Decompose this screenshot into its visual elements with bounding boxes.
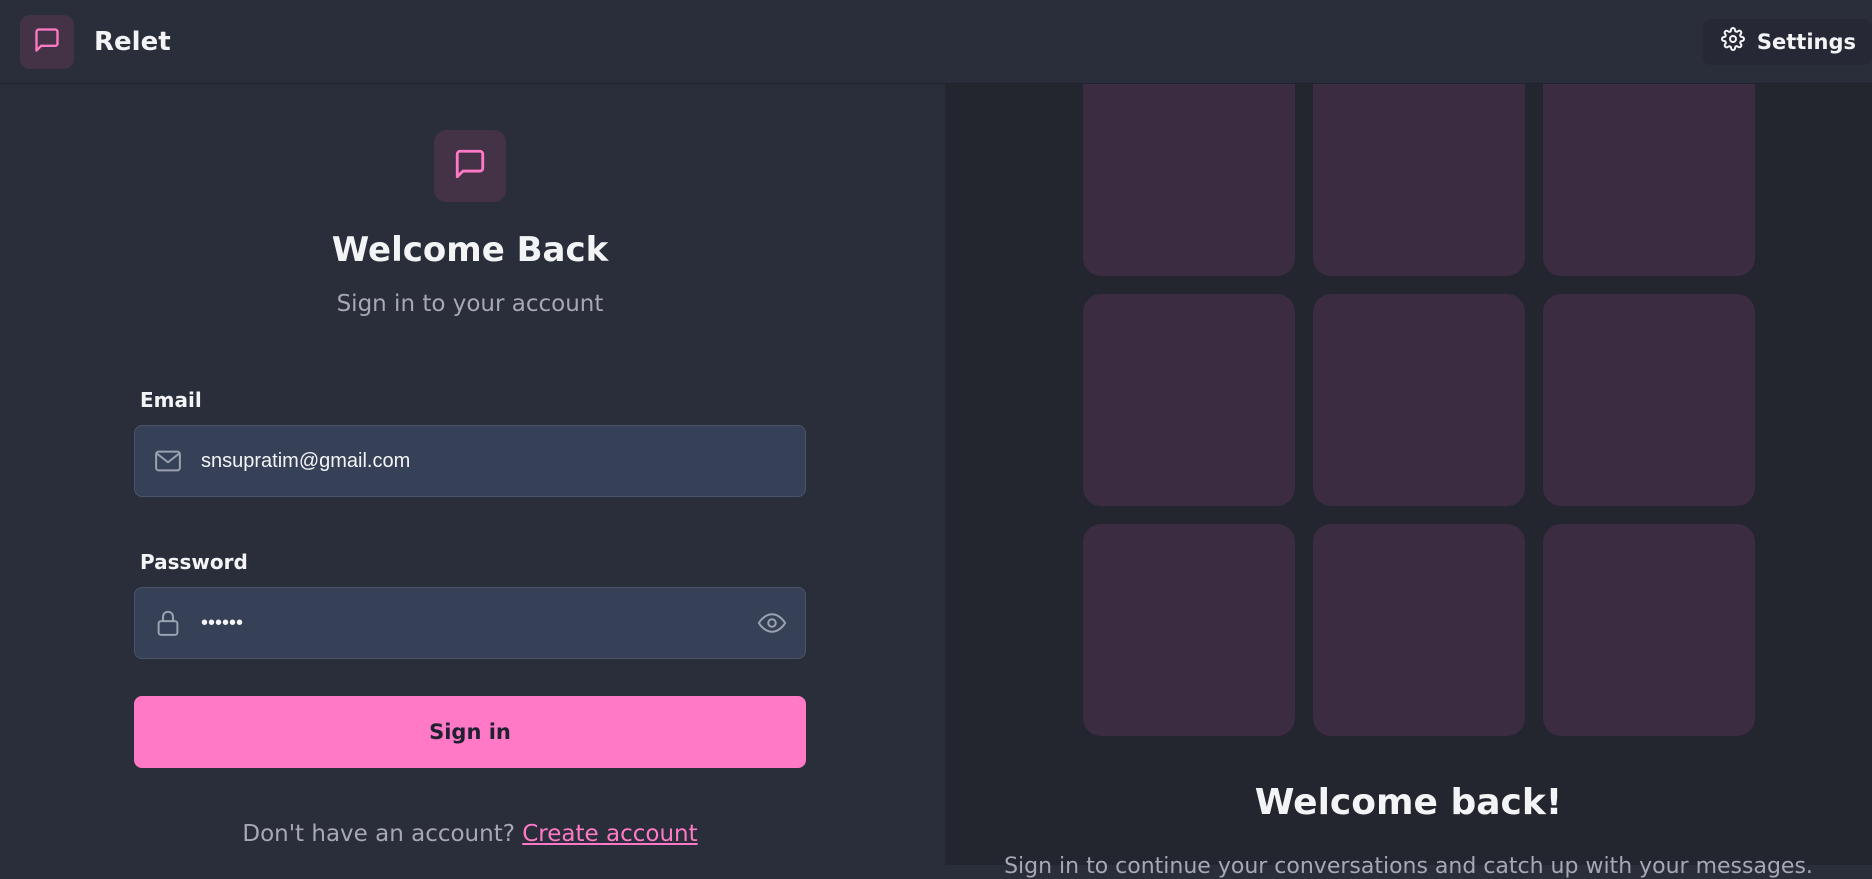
decorative-tile	[1313, 294, 1525, 506]
sign-in-button[interactable]: Sign in	[134, 696, 806, 768]
promo-description: Sign in to continue your conversations a…	[1004, 854, 1813, 879]
page-subtitle: Sign in to your account	[336, 291, 604, 317]
mail-icon	[135, 446, 201, 476]
chat-bubble-icon	[453, 147, 487, 185]
decorative-tile	[1543, 294, 1755, 506]
decorative-tile	[1313, 524, 1525, 736]
chat-bubble-icon	[33, 26, 61, 58]
brand-name: Relet	[94, 26, 171, 57]
decorative-tile	[1083, 64, 1295, 276]
login-panel: Welcome Back Sign in to your account Ema…	[0, 84, 945, 865]
decorative-tile	[1543, 524, 1755, 736]
email-field[interactable]: snsupratim@gmail.com	[134, 425, 806, 497]
email-label: Email	[140, 388, 202, 412]
top-navbar: Relet Settings	[0, 0, 1872, 84]
decorative-tile	[1083, 294, 1295, 506]
decorative-tile	[1313, 64, 1525, 276]
brand-logo	[20, 14, 74, 69]
brand[interactable]: Relet	[20, 14, 171, 69]
password-value[interactable]: ••••••	[201, 612, 739, 635]
page-title: Welcome Back	[331, 230, 609, 270]
decorative-tile-grid	[1083, 64, 1755, 736]
email-value[interactable]: snsupratim@gmail.com	[201, 450, 805, 473]
create-account-prompt: Don't have an account? Create account	[0, 821, 940, 847]
decorative-tile	[1543, 64, 1755, 276]
lock-icon	[135, 608, 201, 638]
eye-icon[interactable]	[739, 608, 805, 638]
decorative-tile	[1083, 524, 1295, 736]
no-account-text: Don't have an account?	[242, 821, 515, 847]
promo-title: Welcome back!	[1254, 782, 1563, 823]
password-label: Password	[140, 550, 248, 574]
promo-panel: Welcome back! Sign in to continue your c…	[945, 64, 1872, 879]
create-account-link[interactable]: Create account	[522, 821, 697, 847]
settings-button[interactable]: Settings	[1702, 18, 1872, 65]
gear-icon	[1720, 27, 1745, 56]
password-field[interactable]: ••••••	[134, 587, 806, 659]
settings-label: Settings	[1756, 29, 1856, 54]
hero-logo	[434, 130, 506, 202]
